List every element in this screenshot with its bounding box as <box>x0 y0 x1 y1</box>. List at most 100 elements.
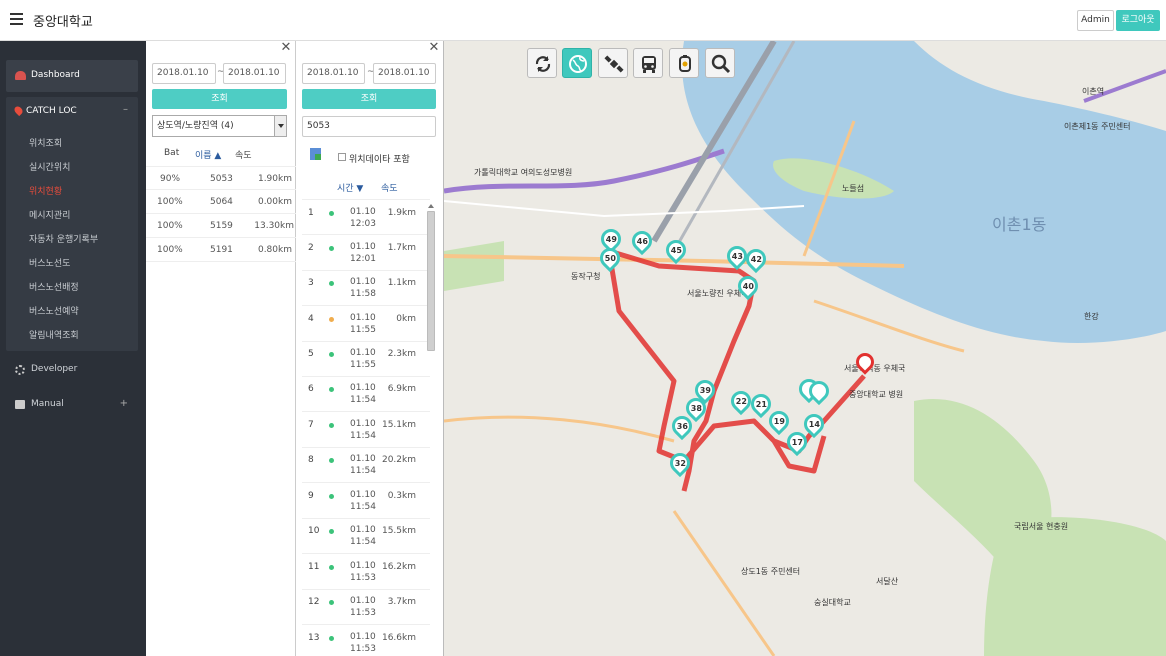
expand-icon[interactable]: + <box>120 398 128 409</box>
list-item[interactable]: 4 01.10 11:55 0km <box>302 306 430 342</box>
date-to-input[interactable]: 2018.01.10 <box>223 63 286 84</box>
list-item[interactable]: 13 01.10 11:53 16.6km <box>302 625 430 656</box>
map-label: 이촌제1동 주민센터 <box>1064 122 1131 131</box>
search-button[interactable] <box>705 48 735 78</box>
list-item[interactable]: 7 01.10 11:54 15.1km <box>302 412 430 448</box>
list-item[interactable]: 3 01.10 11:58 1.1km <box>302 270 430 306</box>
row-time: 11:55 <box>350 325 376 335</box>
list-item[interactable]: 2 01.10 12:01 1.7km <box>302 235 430 271</box>
table-row[interactable]: 100% 5064 0.00km <box>146 190 296 214</box>
status-dot <box>329 565 334 570</box>
column-header-speed[interactable]: 속도 <box>235 148 252 161</box>
list-item[interactable]: 12 01.10 11:53 3.7km <box>302 589 430 625</box>
sidebar-subitem-bus-route-map[interactable]: 버스노선도 <box>29 256 70 269</box>
device-id-input[interactable]: 5053 <box>302 116 436 137</box>
row-date: 01.10 <box>350 313 376 323</box>
column-header-time[interactable]: 시간 ▼ <box>337 181 363 194</box>
row-speed: 1.9km <box>387 208 416 218</box>
route-select[interactable]: 상도역/노량진역 (4) <box>152 115 287 137</box>
include-location-checkbox[interactable] <box>338 153 346 161</box>
admin-button[interactable]: Admin <box>1077 10 1114 31</box>
chevron-down-icon[interactable] <box>274 116 286 136</box>
query-button[interactable]: 조회 <box>152 89 287 109</box>
bus-button[interactable] <box>633 48 663 78</box>
include-location-label: 위치데이타 포함 <box>349 155 410 165</box>
list-item[interactable]: 6 01.10 11:54 6.9km <box>302 376 430 412</box>
sidebar-subitem-vehicle-log[interactable]: 자동차 운행기록부 <box>29 232 98 245</box>
row-speed: 1.7km <box>387 243 416 253</box>
list-item[interactable]: 1 01.10 12:03 1.9km <box>302 199 430 235</box>
row-speed: 0.3km <box>387 491 416 501</box>
beacon-button[interactable] <box>669 48 699 78</box>
row-number: 13 <box>308 633 320 643</box>
sidebar-subitem-message-management[interactable]: 메시지관리 <box>29 208 70 221</box>
row-time: 11:54 <box>350 537 376 547</box>
sidebar-subitem-realtime-location[interactable]: 실시간위치 <box>29 160 70 173</box>
status-dot <box>329 281 334 286</box>
list-item[interactable]: 11 01.10 11:53 16.2km <box>302 554 430 590</box>
map-view[interactable]: 동작구청 서울노량진 우체국 서울흑석동 우체국 중앙대학교 병원 숭실대학교 … <box>444 41 1166 656</box>
row-number: 6 <box>308 384 314 394</box>
cell-bat: 100% <box>157 221 183 231</box>
close-icon[interactable]: ✕ <box>428 41 440 54</box>
row-date: 01.10 <box>350 242 376 252</box>
excel-download-icon[interactable] <box>310 148 321 160</box>
sidebar-subitem-bus-route-reserve[interactable]: 버스노선예약 <box>29 304 79 317</box>
column-header-speed[interactable]: 속도 <box>381 181 398 194</box>
list-scrollbar[interactable] <box>427 211 435 351</box>
close-icon[interactable]: ✕ <box>280 41 292 54</box>
table-row[interactable]: 100% 5159 13.30km <box>146 214 296 238</box>
row-speed: 15.5km <box>381 526 416 536</box>
list-item[interactable]: 5 01.10 11:55 2.3km <box>302 341 430 377</box>
globe-icon <box>569 55 587 73</box>
cell-name: 5159 <box>210 221 233 231</box>
sidebar-subitem-location-status[interactable]: 위치현황 <box>29 184 62 197</box>
hamburger-menu-icon[interactable] <box>10 13 23 25</box>
map-label: 동작구청 <box>571 272 601 281</box>
row-number: 1 <box>308 208 314 218</box>
row-speed: 16.2km <box>381 562 416 572</box>
sidebar-subitem-location-query[interactable]: 위치조회 <box>29 136 62 149</box>
sidebar: Dashboard CATCH LOC – 위치조회 실시간위치 위치현황 메시… <box>0 41 146 656</box>
date-from-input[interactable]: 2018.01.10 <box>152 63 216 84</box>
logout-button[interactable]: 로그아웃 <box>1116 10 1160 31</box>
route-select-value: 상도역/노량진역 (4) <box>157 121 234 131</box>
row-date: 01.10 <box>350 207 376 217</box>
map-view-toggle-button[interactable] <box>562 48 592 78</box>
row-speed: 3.7km <box>387 597 416 607</box>
table-row[interactable]: 90% 5053 1.90km <box>146 166 296 190</box>
collapse-icon[interactable]: – <box>123 104 128 115</box>
map-label: 국립서울 현충원 <box>1014 522 1069 531</box>
date-to-input[interactable]: 2018.01.10 <box>373 63 436 84</box>
query-button[interactable]: 조회 <box>302 89 436 109</box>
column-header-bat[interactable]: Bat <box>164 148 179 158</box>
date-from-input[interactable]: 2018.01.10 <box>302 63 365 84</box>
sidebar-item-manual[interactable]: Manual + <box>6 391 138 419</box>
list-item[interactable]: 10 01.10 11:54 15.5km <box>302 518 430 554</box>
route-path <box>606 248 866 492</box>
list-item[interactable]: 8 01.10 11:54 20.2km <box>302 447 430 483</box>
row-date: 01.10 <box>350 596 376 606</box>
road <box>672 510 776 656</box>
row-number: 5 <box>308 349 314 359</box>
sidebar-item-catch-loc[interactable]: CATCH LOC – <box>6 97 138 125</box>
column-header-name[interactable]: 이름 ▲ <box>195 148 221 161</box>
row-date: 01.10 <box>350 348 376 358</box>
sidebar-group-catch-loc: CATCH LOC – 위치조회 실시간위치 위치현황 메시지관리 자동차 운행… <box>6 97 138 351</box>
location-history-list: 1 01.10 12:03 1.9km 2 01.10 12:01 1.7km 3 01.10… <box>302 199 430 656</box>
scroll-up-arrow-icon[interactable] <box>427 202 435 210</box>
map-label: 숭실대학교 <box>814 598 851 607</box>
row-time: 12:03 <box>350 219 376 229</box>
cell-name: 5064 <box>210 197 233 207</box>
list-item[interactable]: 9 01.10 11:54 0.3km <box>302 483 430 519</box>
row-time: 11:53 <box>350 608 376 618</box>
satellite-view-button[interactable] <box>598 48 628 78</box>
location-history-panel: ✕ 2018.01.10 ~ 2018.01.10 조회 5053 위치데이타 … <box>296 41 444 656</box>
sidebar-item-developer[interactable]: Developer <box>6 356 138 384</box>
cell-speed: 0.80km <box>257 245 292 255</box>
sidebar-subitem-bus-route-assign[interactable]: 버스노선배정 <box>29 280 79 293</box>
refresh-button[interactable] <box>527 48 557 78</box>
table-row[interactable]: 100% 5191 0.80km <box>146 238 296 262</box>
sidebar-subitem-alert-history[interactable]: 알림내역조회 <box>29 328 79 341</box>
sidebar-item-dashboard[interactable]: Dashboard <box>6 60 138 92</box>
